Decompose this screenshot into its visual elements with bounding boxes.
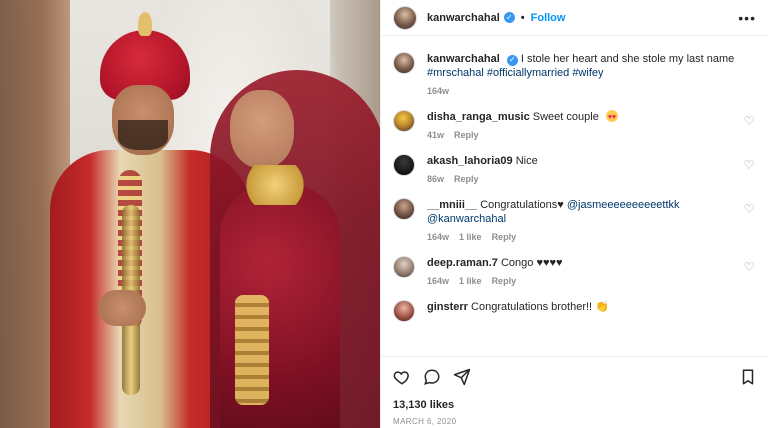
caption-author[interactable]: kanwarchahal [427,53,500,65]
comment-like-heart-icon[interactable]: ♡ [741,110,757,140]
caption-text: kanwarchahal I stole her heart and she s… [427,52,757,80]
comment-body: Sweet couple [532,111,599,123]
comment-author[interactable]: ginsterr [427,301,468,313]
post-actions: 13,130 likes MARCH 6, 2020 [381,356,768,428]
follow-button[interactable]: Follow [531,12,566,24]
heart-eyes-emoji [605,110,618,125]
comment-like-heart-icon[interactable]: ♡ [741,154,757,184]
comment-meta: 164w 1 like Reply [427,232,729,242]
comment-author[interactable]: disha_ranga_music [427,111,530,123]
instagram-post-view: kanwarchahal • Follow ••• kanwarchahal I… [0,0,768,428]
bride-kaleera [235,295,269,405]
comments-list[interactable]: kanwarchahal I stole her heart and she s… [381,36,768,356]
comment-body: Congo ♥♥♥♥ [500,257,563,269]
comment-like-heart-icon[interactable]: ♡ [741,198,757,242]
reply-button[interactable]: Reply [492,232,517,242]
comment-text: deep.raman.7 Congo ♥♥♥♥ [427,256,729,270]
comment-author[interactable]: deep.raman.7 [427,257,498,269]
comment-content: __mniii__ Congratulations♥ @jasmeeeeeeee… [427,198,729,242]
caption-tag[interactable]: #officiallymarried [487,67,569,79]
bookmark-icon[interactable] [739,368,757,386]
comment-mention[interactable]: @jasmeeeeeeeeeettkk [567,199,680,211]
comment-text: akash_lahoria09 Nice [427,154,729,168]
comment-content: akash_lahoria09 Nice 86w Reply [427,154,729,184]
comment-time: 86w [427,174,445,184]
comment-time: 164w [427,232,450,242]
bride-face [230,90,294,168]
caption-time: 164w [427,86,450,96]
caption-tag[interactable]: #wifey [572,67,603,79]
comment-likes[interactable]: 1 like [459,276,482,286]
comment-content: ginsterr Congratulations brother!! 👏 [427,300,757,322]
more-options-icon[interactable]: ••• [738,10,756,26]
comment-row: deep.raman.7 Congo ♥♥♥♥ 164w 1 like Repl… [393,256,757,286]
heart-outline-icon[interactable] [393,368,411,386]
reply-button[interactable]: Reply [454,130,479,140]
caption-content: kanwarchahal I stole her heart and she s… [427,52,757,96]
comment-likes[interactable]: 1 like [459,232,482,242]
comment-content: disha_ranga_music Sweet couple 41w Reply [427,110,729,140]
post-sidebar: kanwarchahal • Follow ••• kanwarchahal I… [380,0,768,428]
comment-meta: 41w Reply [427,130,729,140]
caption-tag[interactable]: #mrschahal [427,67,484,79]
comment-body: Congratulations brother!! 👏 [471,301,609,313]
caption-author-avatar[interactable] [393,52,415,74]
action-icons [393,365,757,389]
verified-badge-icon [506,54,518,66]
post-header: kanwarchahal • Follow ••• [381,0,768,36]
comment-avatar[interactable] [393,198,415,220]
caption-row: kanwarchahal I stole her heart and she s… [393,52,757,96]
groom-hand [98,290,146,326]
author-username[interactable]: kanwarchahal [427,12,500,24]
comment-avatar[interactable] [393,256,415,278]
author-avatar[interactable] [393,5,417,30]
comment-avatar[interactable] [393,154,415,176]
comment-avatar[interactable] [393,300,415,322]
reply-button[interactable]: Reply [454,174,479,184]
comment-time: 41w [427,130,445,140]
comment-content: deep.raman.7 Congo ♥♥♥♥ 164w 1 like Repl… [427,256,729,286]
comment-text: __mniii__ Congratulations♥ @jasmeeeeeeee… [427,198,729,226]
comment-author[interactable]: __mniii__ [427,199,477,211]
comment-author[interactable]: akash_lahoria09 [427,155,513,167]
bride-jewellery [240,165,310,205]
comment-time: 164w [427,276,450,286]
likes-count[interactable]: 13,130 likes [393,399,757,411]
comment-row: __mniii__ Congratulations♥ @jasmeeeeeeee… [393,198,757,242]
post-date: MARCH 6, 2020 [393,417,457,426]
comment-mention[interactable]: @kanwarchahal [427,213,506,225]
verified-badge-icon [503,12,515,23]
comment-row: disha_ranga_music Sweet couple 41w Reply… [393,110,757,140]
comment-text: disha_ranga_music Sweet couple [427,110,729,125]
groom-beard [118,120,168,150]
comment-like-heart-icon[interactable]: ♡ [741,256,757,286]
separator-dot: • [520,11,525,24]
comment-avatar[interactable] [393,110,415,132]
comment-row: akash_lahoria09 Nice 86w Reply ♡ [393,154,757,184]
caption-meta: 164w [427,86,757,96]
post-photo[interactable] [0,0,380,428]
caption-body: I stole her heart and she stole my last … [520,53,735,65]
comment-meta: 164w 1 like Reply [427,276,729,286]
comment-text: ginsterr Congratulations brother!! 👏 [427,300,757,314]
comment-meta: 86w Reply [427,174,729,184]
comment-body: Congratulations♥ [480,199,564,211]
comment-icon[interactable] [423,368,441,386]
comment-row: ginsterr Congratulations brother!! 👏 [393,300,757,322]
comment-body: Nice [515,155,538,167]
paper-plane-icon[interactable] [453,368,471,386]
reply-button[interactable]: Reply [492,276,517,286]
